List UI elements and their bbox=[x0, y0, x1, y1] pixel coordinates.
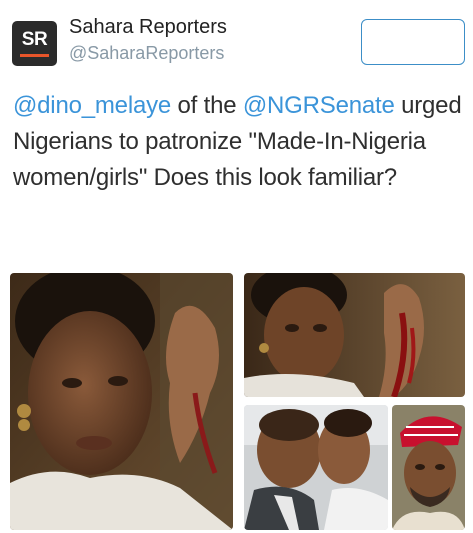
avatar-logo-text: SR bbox=[21, 29, 48, 50]
media-photo-4[interactable] bbox=[392, 405, 465, 530]
follow-button[interactable] bbox=[361, 19, 465, 65]
tweet-text-part: of the bbox=[171, 92, 243, 119]
mention-link-dino-melaye[interactable]: @dino_melaye bbox=[13, 92, 171, 119]
avatar-logo-bar bbox=[20, 54, 49, 57]
media-photo-3[interactable] bbox=[244, 405, 388, 530]
photo-woman-raised-hand bbox=[244, 273, 465, 397]
mention-link-ngrsenate[interactable]: @NGRSenate bbox=[243, 92, 395, 119]
display-name[interactable]: Sahara Reporters bbox=[69, 16, 227, 39]
media-photo-1[interactable] bbox=[10, 273, 233, 530]
tweet-text: @dino_melaye of the @NGRSenate urged Nig… bbox=[13, 88, 463, 196]
tweet-card: SR Sahara Reporters @SaharaReporters @di… bbox=[0, 0, 473, 533]
photo-couple bbox=[244, 405, 388, 530]
photo-man-cap bbox=[392, 405, 465, 530]
photo-woman-portrait bbox=[10, 273, 233, 530]
user-handle[interactable]: @SaharaReporters bbox=[69, 43, 224, 64]
media-photo-2[interactable] bbox=[244, 273, 465, 397]
avatar[interactable]: SR bbox=[12, 21, 57, 66]
